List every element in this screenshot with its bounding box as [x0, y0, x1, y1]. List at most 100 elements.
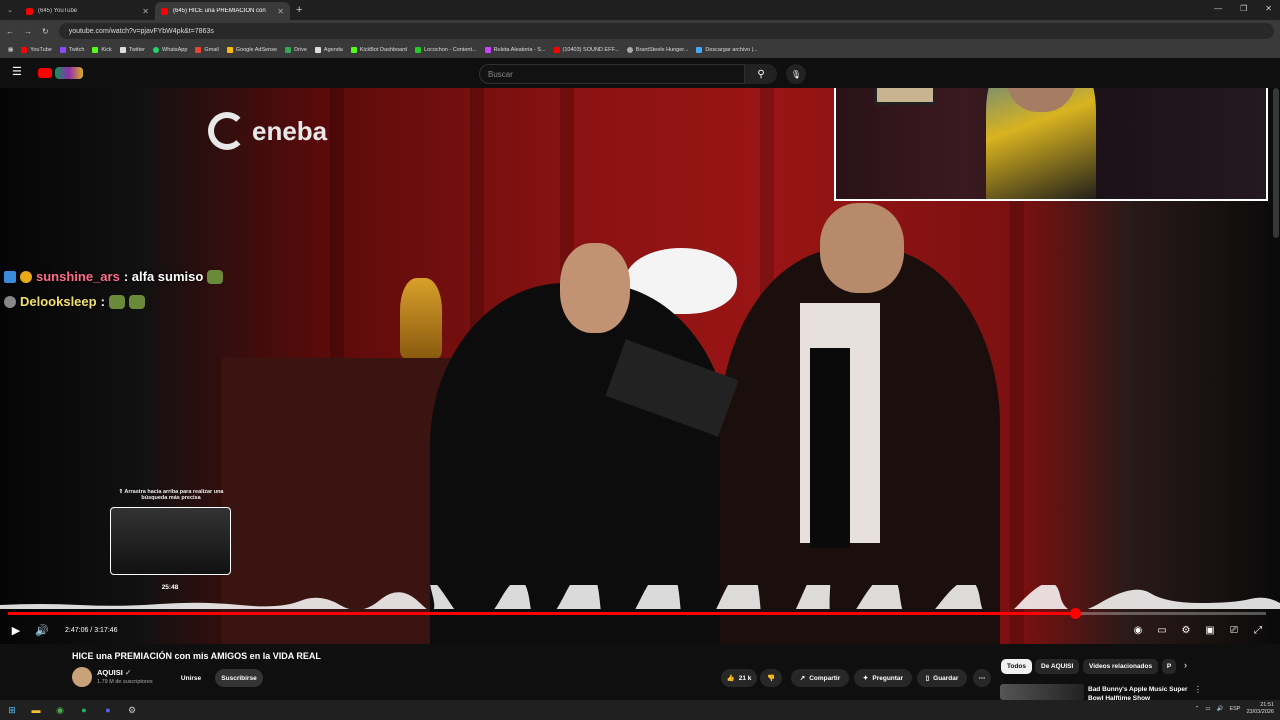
bookmark-label: WhatsApp	[162, 47, 188, 53]
miniplayer-icon[interactable]: ▣	[1202, 625, 1218, 636]
share-icon: ↗	[799, 675, 806, 682]
bookmark-youtube[interactable]: YouTube	[21, 47, 52, 53]
chip-truncated[interactable]: P	[1162, 659, 1176, 674]
recommended-menu-icon[interactable]: ⋮	[1194, 685, 1202, 694]
maximize-icon[interactable]: ❐	[1240, 4, 1247, 13]
system-clock[interactable]: 21:51 23/03/2026	[1246, 702, 1274, 716]
like-button[interactable]: 👍 21 k	[721, 669, 757, 687]
windows-start-icon[interactable]: ⊞	[0, 700, 24, 720]
video-player[interactable]: eneba sunshine_ars : alfa sumiso Delooks…	[0, 88, 1280, 644]
bookmark-label: YouTube	[30, 47, 52, 53]
bookmark-agenda[interactable]: Agenda	[314, 47, 343, 53]
fullscreen-icon[interactable]: ⤢	[1250, 625, 1266, 636]
chevron-right-icon[interactable]: ›	[1184, 660, 1187, 670]
url-field[interactable]: youtube.com/watch?v=pjavFYbW4pk&t=7863s	[58, 23, 1274, 39]
youtube-favicon-icon	[161, 7, 168, 15]
back-icon[interactable]: ←	[6, 27, 14, 36]
bookmark-label: Twitter	[128, 47, 146, 53]
dislike-button[interactable]: 👎	[760, 669, 782, 687]
kickbot-icon	[350, 47, 357, 53]
input-language[interactable]: ESP	[1229, 706, 1240, 712]
cast-icon[interactable]: ⎚	[1226, 625, 1242, 636]
bookmark-twitter[interactable]: Twitter	[119, 47, 146, 53]
chip-all[interactable]: Todos	[1001, 659, 1033, 674]
play-icon[interactable]: ▶	[3, 624, 29, 637]
bookmark-ruleta[interactable]: Ruleta Aleatoria - S...	[484, 47, 546, 53]
video-title: HICE una PREMIACIÓN con mis AMIGOS en la…	[72, 651, 321, 661]
search-button[interactable]: ⚲	[745, 64, 777, 84]
save-button[interactable]: ▯ Guardar	[917, 669, 967, 687]
join-button[interactable]: Unirse	[176, 669, 206, 687]
discord-icon[interactable]: ●	[96, 700, 120, 720]
close-tab-icon[interactable]: ✕	[277, 7, 284, 16]
sponsor-text: eneba	[252, 115, 328, 146]
seek-bar-handle[interactable]	[1069, 608, 1081, 619]
bookmark-gmail[interactable]: Gmail	[195, 47, 219, 53]
bookmark-descargar[interactable]: Descargar archivo |...	[696, 47, 758, 53]
channel-avatar[interactable]	[72, 667, 92, 687]
chip-related[interactable]: Videos relacionados	[1083, 659, 1159, 674]
ask-button[interactable]: ✦ Preguntar	[854, 669, 912, 687]
youtube-logo-icon[interactable]	[38, 68, 52, 78]
voice-search-button[interactable]: 🎙	[786, 64, 806, 84]
bookmark-drive[interactable]: Drive	[285, 47, 307, 53]
seek-bar[interactable]	[8, 608, 1266, 619]
subtitles-icon[interactable]: ▭	[1154, 625, 1170, 636]
bookmark-twitch[interactable]: Twitch	[59, 47, 84, 53]
monitor	[874, 88, 936, 105]
tab-youtube[interactable]: (645) YouTube ✕	[20, 2, 155, 20]
new-tab-button[interactable]: +	[296, 4, 302, 16]
kick-icon	[92, 47, 99, 53]
bookmark-label: Descargar archivo |...	[705, 47, 758, 53]
tab-search-icon[interactable]: ⌄	[0, 6, 20, 14]
channel-logo-icon[interactable]	[55, 67, 83, 79]
close-tab-icon[interactable]: ✕	[142, 7, 149, 16]
autoplay-toggle-icon[interactable]: ◉	[1130, 625, 1146, 636]
sparkle-icon: ✦	[862, 675, 869, 682]
recommended-title[interactable]: Bad Bunny's Apple Music Super Bowl Halft…	[1088, 685, 1192, 700]
close-window-icon[interactable]: ✕	[1265, 4, 1272, 13]
share-label: Compartir	[809, 674, 841, 682]
search-input[interactable]: Buscar	[479, 64, 745, 84]
share-button[interactable]: ↗ Compartir	[791, 669, 849, 687]
bookmark-adsense[interactable]: Google AdSense	[226, 47, 278, 53]
tray-chevron-icon[interactable]: ⌃	[1195, 706, 1200, 712]
page-scrollbar[interactable]	[1273, 88, 1279, 238]
settings-gear-icon[interactable]: ⚙	[1178, 625, 1194, 636]
bookmark-locochon[interactable]: Locochon - Content...	[414, 47, 477, 53]
minimize-icon[interactable]: —	[1214, 4, 1222, 13]
bookmark-kickbot[interactable]: KickBot Dashboard	[350, 47, 407, 53]
forward-icon[interactable]: →	[24, 27, 32, 36]
apps-icon[interactable]: ▦	[8, 47, 13, 53]
volume-icon[interactable]: 🔊	[29, 624, 55, 637]
file-explorer-icon[interactable]: ▬	[24, 700, 48, 720]
whatsapp-icon	[153, 47, 160, 53]
bookmark-label: Kick	[101, 47, 112, 53]
sub-badge-icon	[20, 270, 32, 283]
bookmark-kick[interactable]: Kick	[92, 47, 112, 53]
reload-icon[interactable]: ↻	[42, 27, 49, 36]
bookmark-sound-effects[interactable]: (10403) SOUND EFF...	[553, 47, 619, 53]
more-actions-button[interactable]: ⋯	[973, 669, 991, 687]
bookmark-whatsapp[interactable]: WhatsApp	[153, 47, 187, 53]
speaker-icon[interactable]: 🔊	[1217, 706, 1224, 712]
tab-video[interactable]: (645) HICE una PREMIACIÓN con ✕	[155, 2, 290, 20]
subscribe-button[interactable]: Suscribirse	[215, 669, 263, 687]
channel-name[interactable]: AQUISI ✓	[97, 668, 131, 677]
chat-message: Delooksleep :	[4, 294, 145, 309]
bookmark-label: Google AdSense	[235, 47, 278, 53]
bookmark-brantsteele[interactable]: BrantSteele Hunger...	[626, 47, 688, 53]
chrome-icon[interactable]: ◉	[48, 700, 72, 720]
menu-icon[interactable]: ☰	[12, 67, 22, 78]
chip-label: P	[1166, 663, 1172, 670]
download-icon	[696, 47, 703, 53]
gmail-icon	[195, 47, 202, 53]
bookmark-label: Gmail	[204, 47, 219, 53]
recommended-thumbnail[interactable]	[1000, 684, 1084, 700]
network-icon[interactable]: ▭	[1205, 706, 1210, 712]
spotify-icon[interactable]: ●	[72, 700, 96, 720]
chip-label: Videos relacionados	[1089, 663, 1153, 670]
chip-from-channel[interactable]: De AQUISI	[1035, 659, 1080, 674]
seek-bar-progress	[8, 612, 1075, 615]
settings-icon[interactable]: ⚙	[120, 700, 144, 720]
